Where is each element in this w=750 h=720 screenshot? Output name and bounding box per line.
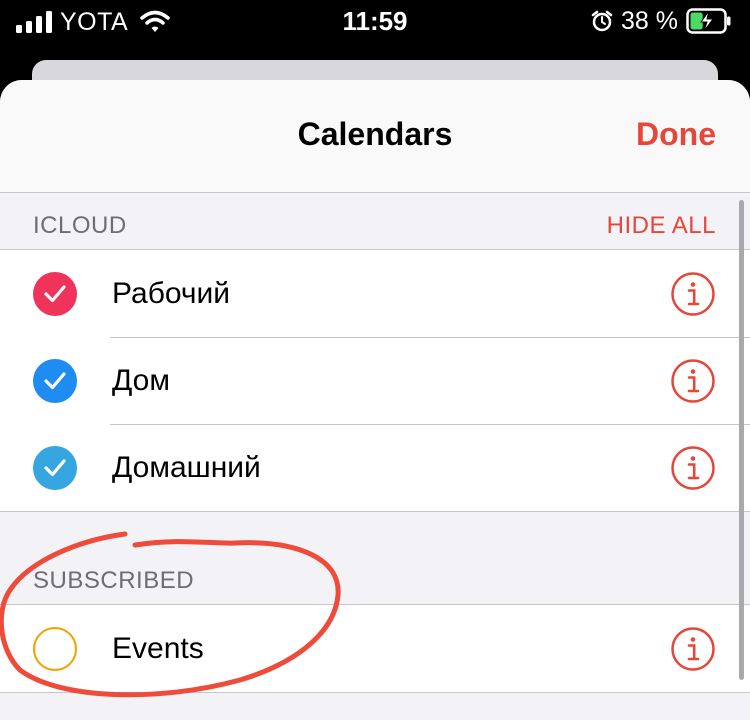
section-header-icloud: ICLOUD HIDE ALL xyxy=(0,193,750,249)
empty-circle-icon[interactable] xyxy=(33,627,77,671)
done-button[interactable]: Done xyxy=(636,116,716,153)
scrollbar[interactable] xyxy=(739,200,744,680)
calendars-sheet: Calendars Done ICLOUD HIDE ALL Рабочий Д… xyxy=(0,80,750,720)
status-bar: YOTA 11:59 38 % xyxy=(0,0,750,46)
alarm-icon xyxy=(591,10,613,32)
calendar-label: Дом xyxy=(112,364,170,397)
checkmark-icon[interactable] xyxy=(33,446,77,490)
section-title-icloud: ICLOUD xyxy=(33,212,127,239)
subscribed-calendar-list: Events xyxy=(0,604,750,693)
section-header-subscribed: SUBSCRIBED xyxy=(0,512,750,604)
info-circle-icon[interactable] xyxy=(670,626,716,672)
checkmark-icon[interactable] xyxy=(33,359,77,403)
info-circle-icon[interactable] xyxy=(670,271,716,317)
hide-all-button[interactable]: HIDE ALL xyxy=(607,212,716,240)
calendar-row-rabochiy[interactable]: Рабочий xyxy=(0,250,750,337)
calendar-label: Рабочий xyxy=(112,277,231,310)
info-circle-icon[interactable] xyxy=(670,358,716,404)
calendar-row-events[interactable]: Events xyxy=(0,605,750,692)
info-circle-icon[interactable] xyxy=(670,445,716,491)
status-right: 38 % xyxy=(591,6,732,36)
checkmark-icon[interactable] xyxy=(33,272,77,316)
calendar-label: Events xyxy=(112,632,204,665)
navigation-bar: Calendars Done xyxy=(0,80,750,193)
battery-charging-icon xyxy=(686,8,731,34)
battery-percent: 38 % xyxy=(621,6,678,35)
calendar-label: Домашний xyxy=(112,451,261,484)
calendar-row-domashniy[interactable]: Домашний xyxy=(0,424,750,511)
section-title-subscribed: SUBSCRIBED xyxy=(33,567,195,594)
calendar-row-dom[interactable]: Дом xyxy=(0,337,750,424)
icloud-calendar-list: Рабочий Дом Домашний xyxy=(0,249,750,512)
